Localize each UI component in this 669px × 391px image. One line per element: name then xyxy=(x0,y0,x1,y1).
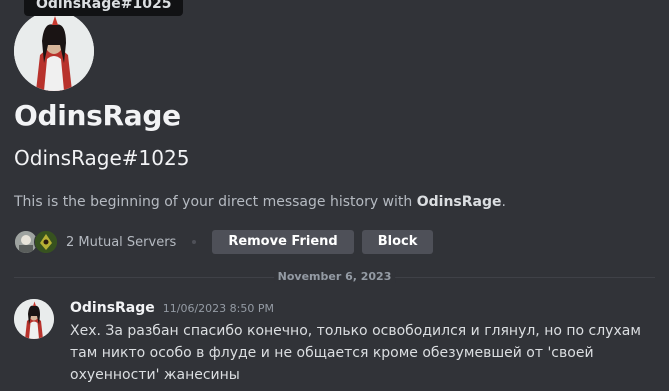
separator-dot xyxy=(192,240,197,244)
intro-prefix: This is the beginning of your direct mes… xyxy=(14,194,417,210)
date-divider-label: November 6, 2023 xyxy=(273,270,396,283)
avatar-image xyxy=(14,11,94,91)
profile-actions: 2 Mutual Servers Remove Friend Block xyxy=(14,230,441,254)
mutual-servers-link[interactable]: 2 Mutual Servers xyxy=(66,235,176,250)
profile-tag: OdinsRage#1025 xyxy=(14,146,190,170)
username-tooltip: OdinsRage#1025 xyxy=(24,0,184,16)
message-author[interactable]: OdinsRage xyxy=(70,300,155,316)
server-icon xyxy=(34,230,58,254)
avatar-image xyxy=(14,299,54,339)
message-timestamp: 11/06/2023 8:50 PM xyxy=(162,302,274,315)
remove-friend-button[interactable]: Remove Friend xyxy=(212,230,354,254)
block-button[interactable]: Block xyxy=(361,230,434,254)
profile-avatar[interactable] xyxy=(14,11,94,91)
dm-intro-text: This is the beginning of your direct mes… xyxy=(14,194,506,210)
message-avatar[interactable] xyxy=(14,299,54,339)
message-header: OdinsRage 11/06/2023 8:50 PM xyxy=(70,300,274,316)
intro-suffix: . xyxy=(501,194,506,210)
mutual-server-icons[interactable] xyxy=(14,230,60,254)
message-content: Хех. За разбан спасибо конечно, только о… xyxy=(70,323,641,383)
intro-username: OdinsRage xyxy=(416,194,502,210)
profile-username: OdinsRage xyxy=(14,99,181,132)
